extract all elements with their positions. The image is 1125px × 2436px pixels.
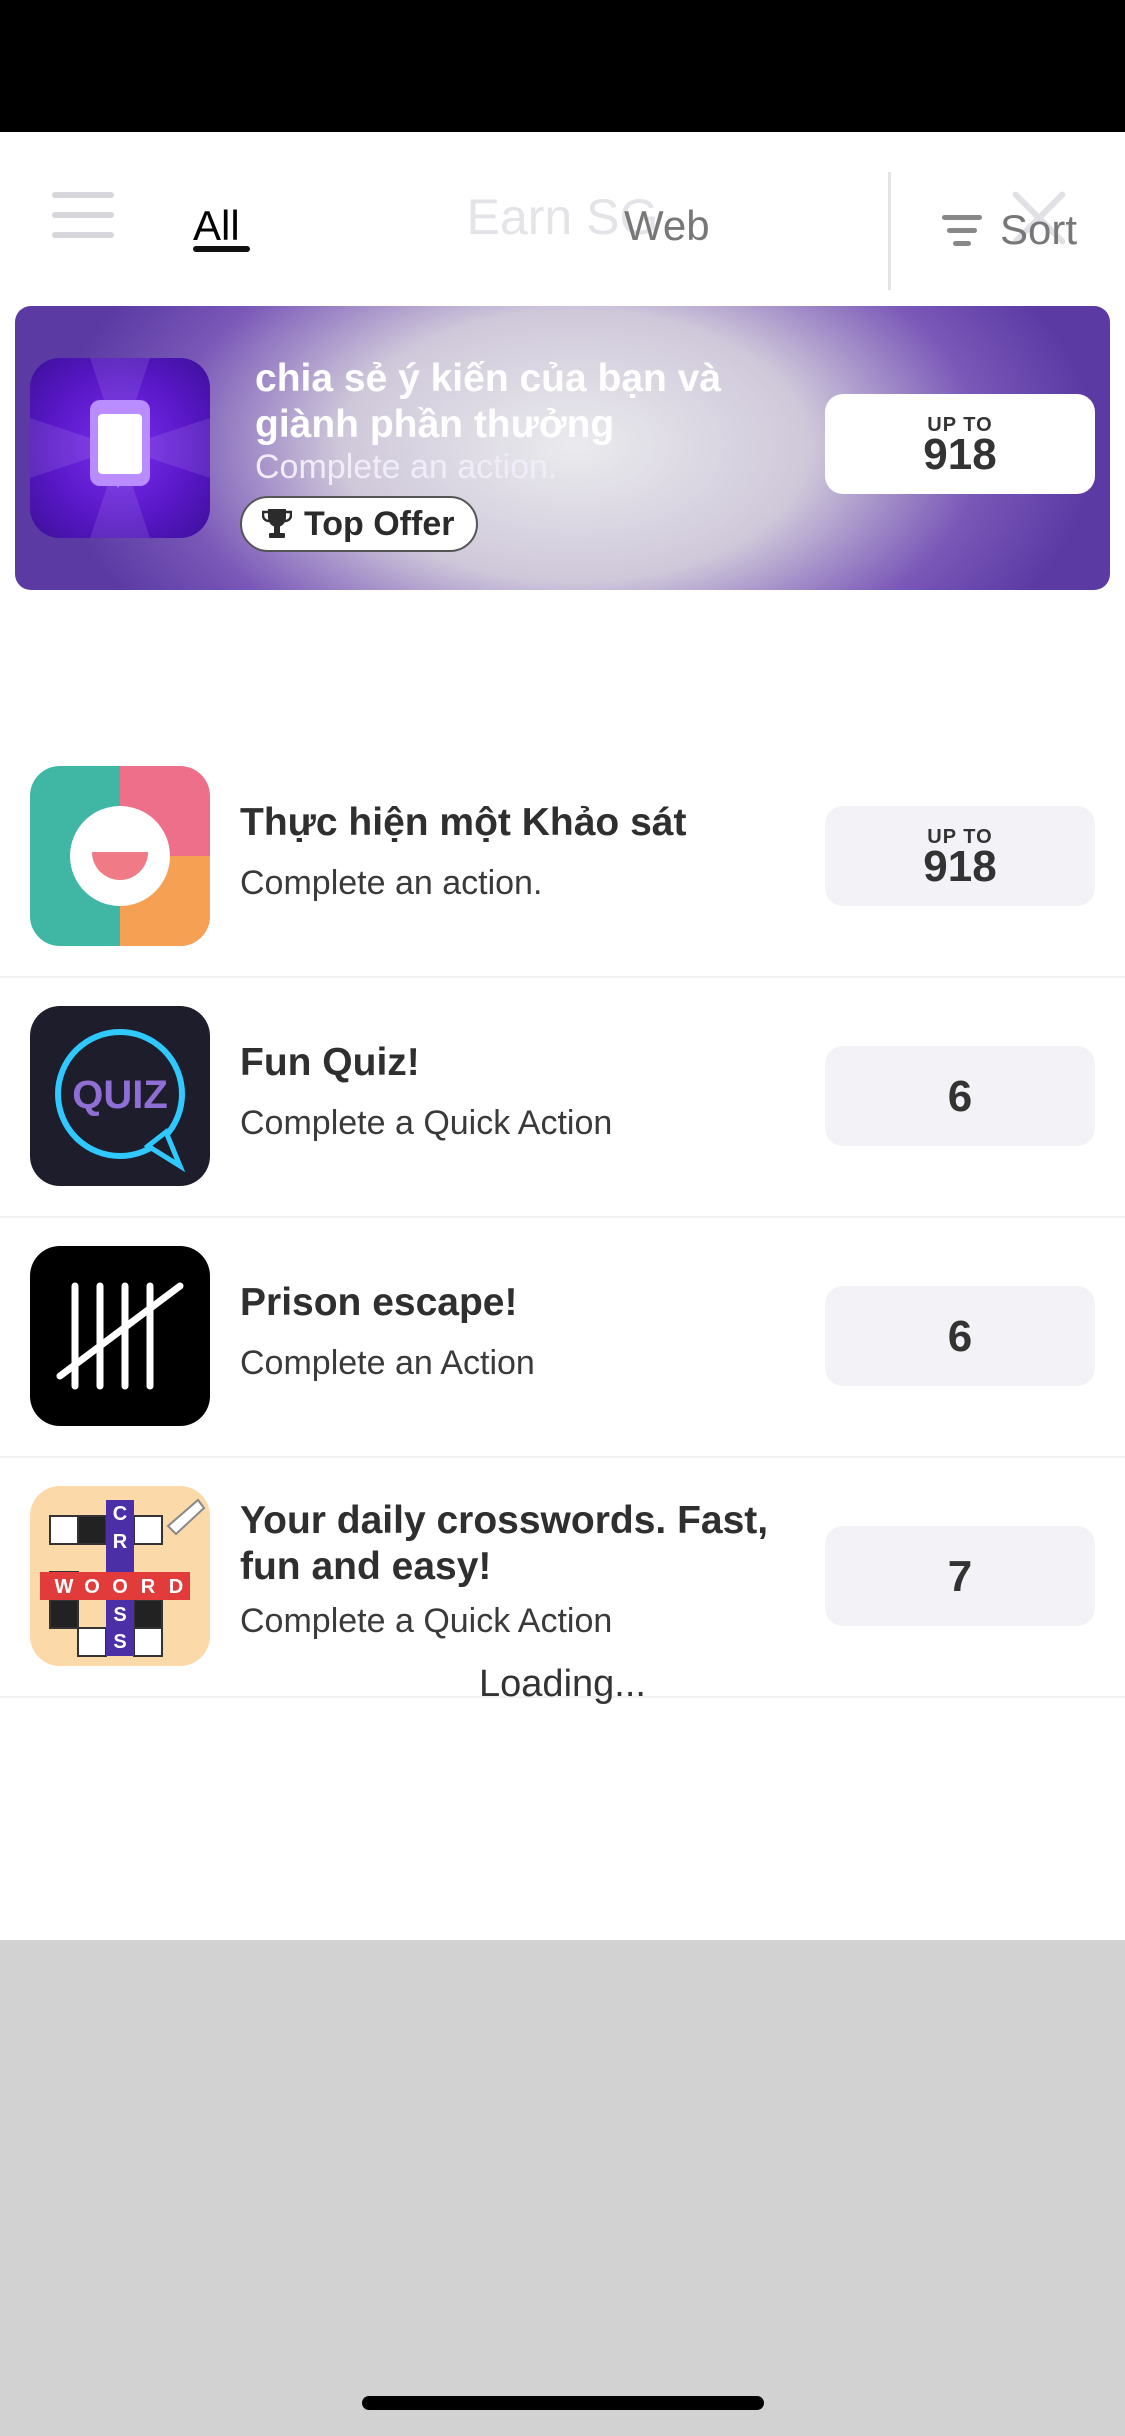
tab-active-indicator <box>193 246 250 252</box>
svg-text:C: C <box>113 1503 127 1525</box>
offer-subtitle: Complete an action. <box>255 448 558 486</box>
reward-button[interactable]: UP TO 918 <box>825 394 1095 494</box>
reward-button[interactable]: 6 <box>825 1286 1095 1386</box>
survey-app-icon <box>30 766 210 946</box>
svg-text:QUIZ: QUIZ <box>72 1073 168 1117</box>
tally-marks-icon <box>30 1246 210 1426</box>
reward-button[interactable]: 6 <box>825 1046 1095 1146</box>
reward-amount: 6 <box>947 1312 973 1361</box>
offer-title: Your daily crosswords. Fast, fun and eas… <box>240 1499 769 1588</box>
svg-text:D: D <box>169 1576 183 1598</box>
svg-text:O: O <box>112 1576 128 1598</box>
top-offer-label: Top Offer <box>304 504 455 543</box>
survey-app-icon <box>30 358 210 538</box>
tab-divider <box>888 172 891 290</box>
featured-offer[interactable]: chia sẻ ý kiến của bạn và giành phần thư… <box>15 306 1110 590</box>
offer-title: Fun Quiz! <box>240 1041 420 1084</box>
reward-amount: 6 <box>947 1072 973 1121</box>
offer-subtitle: Complete a Quick Action <box>240 1602 613 1640</box>
svg-text:O: O <box>84 1576 100 1598</box>
offer-subtitle: Complete a Quick Action <box>240 1104 613 1142</box>
offer-row[interactable]: CRO SS WORD Your daily crosswords. Fast,… <box>0 1456 1125 1698</box>
offer-title: chia sẻ ý kiến của bạn và giành phần thư… <box>255 357 722 446</box>
offer-row[interactable]: QUIZ Fun Quiz! Complete a Quick Action 6 <box>0 976 1125 1218</box>
reward-amount: 918 <box>923 430 997 479</box>
trophy-icon <box>261 507 293 541</box>
svg-text:R: R <box>141 1576 156 1598</box>
top-offer-badge: Top Offer <box>240 496 479 552</box>
tab-all[interactable]: All <box>193 202 240 322</box>
reward-button[interactable]: UP TO 918 <box>825 806 1095 906</box>
offer-title: Thực hiện một Khảo sát <box>240 801 687 844</box>
reward-amount: 7 <box>947 1552 973 1601</box>
sort-label: Sort <box>1000 206 1078 253</box>
offer-row[interactable]: Prison escape! Complete an Action 6 <box>0 1216 1125 1458</box>
svg-text:S: S <box>113 1604 126 1626</box>
crossword-app-icon: CRO SS WORD <box>30 1486 210 1666</box>
sort-button[interactable]: Sort <box>942 200 1077 260</box>
offer-row[interactable]: Thực hiện một Khảo sát Complete an actio… <box>0 736 1125 978</box>
sort-icon <box>942 213 982 247</box>
svg-text:S: S <box>113 1631 126 1653</box>
svg-text:R: R <box>113 1531 128 1553</box>
quiz-app-icon: QUIZ <box>30 1006 210 1186</box>
offer-subtitle: Complete an Action <box>240 1344 535 1382</box>
tab-web[interactable]: Web <box>624 202 710 322</box>
offer-title: Prison escape! <box>240 1281 518 1324</box>
status-bar <box>0 0 1125 132</box>
svg-text:W: W <box>55 1576 74 1598</box>
home-indicator[interactable] <box>362 2396 764 2410</box>
reward-amount: 918 <box>923 842 997 891</box>
loading-indicator: Loading... <box>479 1663 646 1705</box>
offer-subtitle: Complete an action. <box>240 864 543 902</box>
reward-button[interactable]: 7 <box>825 1526 1095 1626</box>
